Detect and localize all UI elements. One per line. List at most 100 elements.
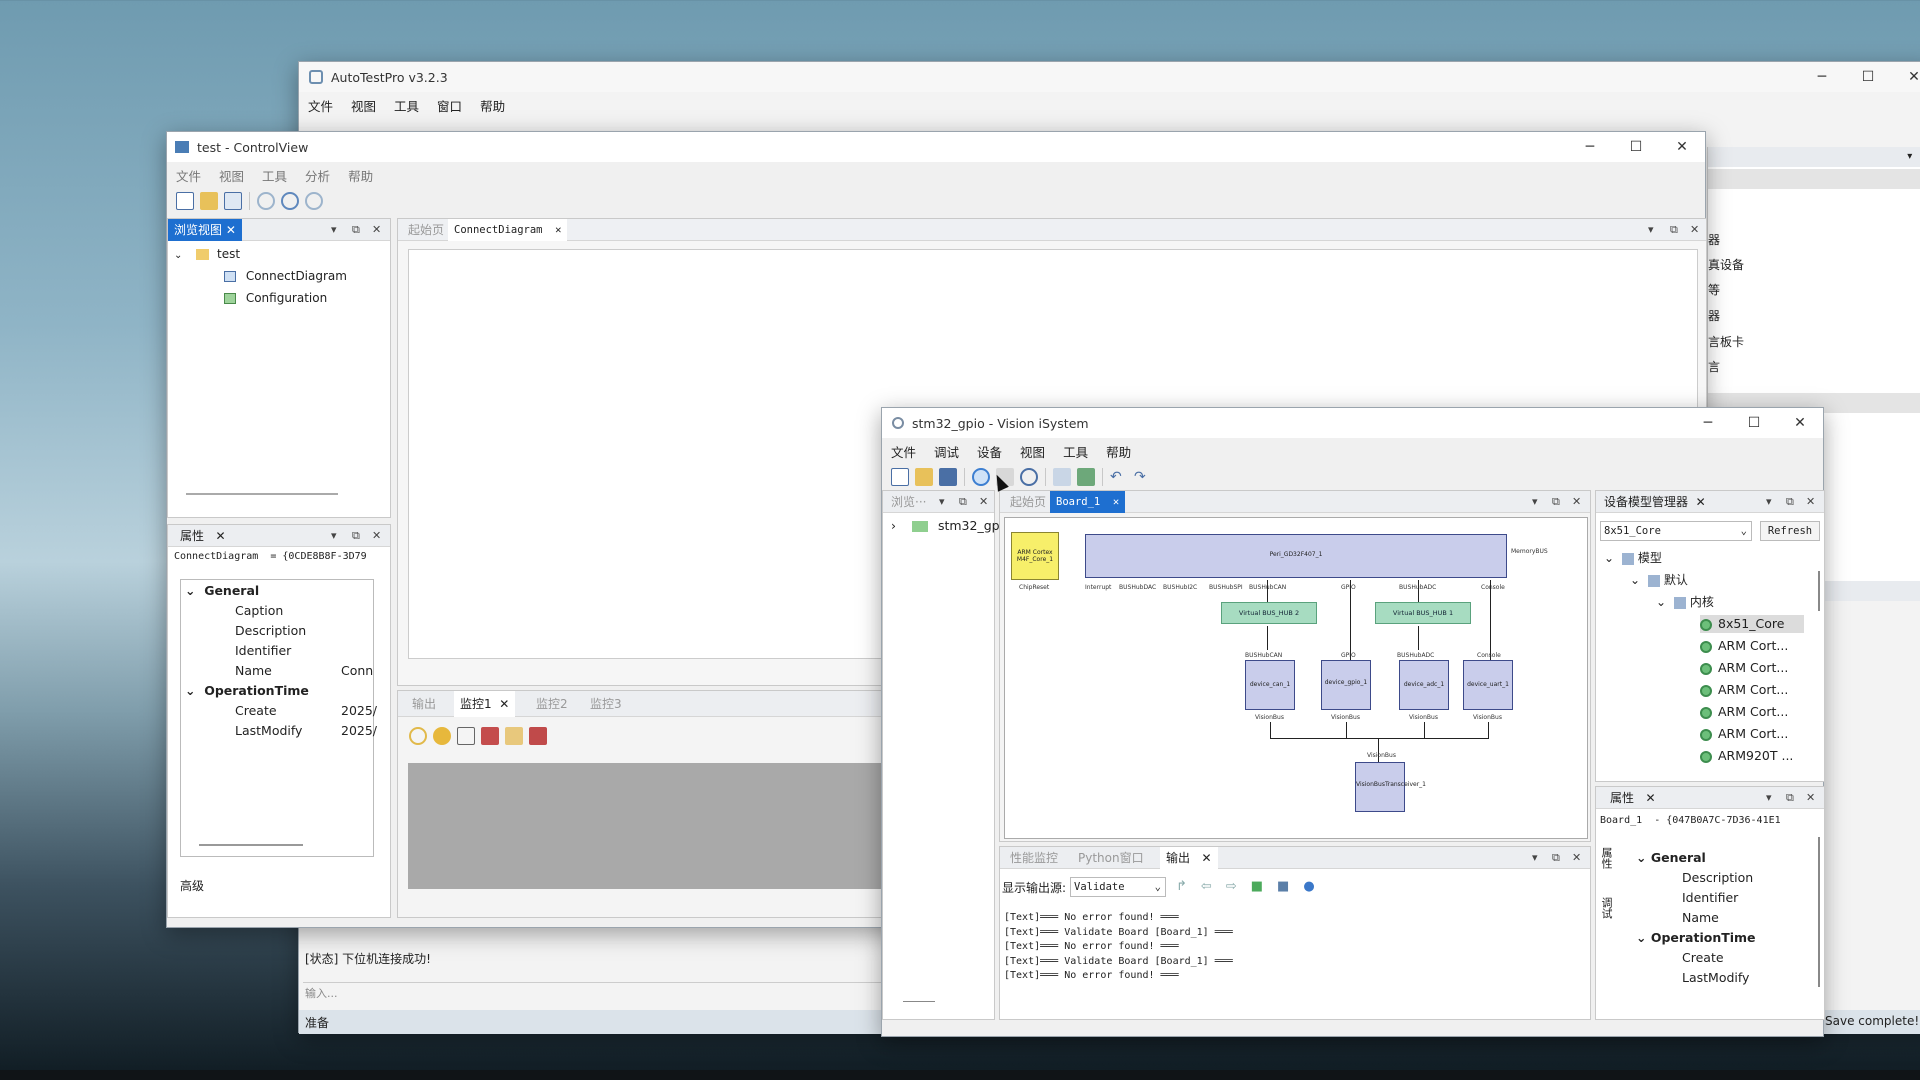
tree-root[interactable]: › stm32_gp [891, 517, 1000, 535]
panel-float-button[interactable]: ⧉ [1786, 491, 1794, 513]
clock-icon[interactable] [409, 727, 427, 745]
panel-float-button[interactable]: ⧉ [1786, 787, 1794, 809]
menu-debug[interactable]: 调试 [934, 442, 959, 461]
tree-model[interactable]: ⌄ 模型 [1604, 549, 1662, 567]
panel-float-button[interactable]: ⧉ [352, 525, 360, 547]
open-folder-icon[interactable] [200, 192, 218, 210]
tab-python-window[interactable]: Python窗口 [1072, 847, 1150, 869]
menu-help[interactable]: 帮助 [480, 96, 505, 115]
panel-menu-button[interactable]: ▾ [1766, 491, 1772, 513]
menu-view[interactable]: 视图 [219, 166, 244, 185]
tab-board1[interactable]: Board_1 ✕ [1050, 491, 1126, 513]
open-folder-icon[interactable] [915, 468, 933, 486]
device-gpio[interactable]: device_gpio_1 [1321, 660, 1371, 710]
chart-icon[interactable] [505, 727, 523, 745]
panel-close-button[interactable]: ✕ [1806, 491, 1815, 513]
group-general[interactable]: ⌄ General [1636, 849, 1706, 867]
run-icon[interactable] [1053, 468, 1071, 486]
tree-default[interactable]: ⌄ 默认 [1630, 571, 1688, 589]
zoom-icon[interactable] [1020, 468, 1038, 486]
menu-tools[interactable]: 工具 [1063, 442, 1088, 461]
core-node[interactable]: ARM Cortex M4F_Core_1 [1011, 532, 1059, 580]
undo-icon[interactable]: ↶ [1110, 468, 1128, 486]
tab-output[interactable]: 输出 ✕ [1160, 847, 1218, 869]
new-icon[interactable] [176, 192, 194, 210]
panel-close-button[interactable]: ✕ [1806, 787, 1815, 809]
menu-view[interactable]: 视图 [351, 96, 376, 115]
close-button[interactable]: ✕ [1659, 132, 1705, 162]
panel-menu-button[interactable]: ▾ [1648, 219, 1654, 241]
panel-float-button[interactable]: ⧉ [1552, 847, 1560, 869]
menu-file[interactable]: 文件 [891, 442, 916, 461]
collapse-icon[interactable]: ⌄ [174, 250, 182, 261]
tab-device-model-manager[interactable]: 设备模型管理器 ✕ [1598, 491, 1712, 513]
expand-icon[interactable]: › [891, 518, 896, 533]
next-icon[interactable]: ⇨ [1226, 879, 1237, 894]
menu-analyze[interactable]: 分析 [305, 166, 330, 185]
tab-connectdiagram[interactable]: ConnectDiagram ✕ [448, 219, 568, 241]
panel-close-button[interactable]: ✕ [372, 525, 381, 547]
property-object-selector[interactable]: Board_1 - {047B0A7C-7D36-41E1 [1600, 815, 1820, 826]
core-item[interactable]: ARM Cort... [1700, 681, 1788, 699]
menu-file[interactable]: 文件 [308, 96, 333, 115]
peri-node[interactable]: Peri_GD32F407_1 [1085, 534, 1507, 578]
core-item[interactable]: ARM Cort... [1700, 637, 1788, 655]
menu-help[interactable]: 帮助 [1106, 442, 1131, 461]
panel-menu-button[interactable]: ▾ [939, 491, 945, 513]
menu-device[interactable]: 设备 [977, 442, 1002, 461]
output-source-select[interactable]: Validate ⌄ [1070, 877, 1166, 897]
right-item[interactable]: 言板卡 [1708, 333, 1744, 350]
property-object-selector[interactable]: ConnectDiagram = {0CDE8B8F-3D79 [174, 551, 386, 567]
panel-float-button[interactable]: ⧉ [1552, 491, 1560, 513]
tab-monitor1[interactable]: 监控1 ✕ [454, 691, 516, 717]
group-operationtime[interactable]: ⌄ OperationTime [185, 682, 309, 700]
panel-menu-button[interactable]: ▾ [1532, 847, 1538, 869]
close-button[interactable]: ✕ [1777, 408, 1823, 438]
tab-browse[interactable]: 浏览··· [885, 491, 932, 513]
tab-monitor2[interactable]: 监控2 [530, 691, 574, 717]
right-item[interactable]: 真设备 [1708, 256, 1744, 273]
clear-icon[interactable]: ■ [1251, 879, 1263, 894]
info-icon[interactable]: ● [1303, 879, 1314, 894]
menu-view[interactable]: 视图 [1020, 442, 1045, 461]
stop-icon[interactable] [481, 727, 499, 745]
menu-tools[interactable]: 工具 [394, 96, 419, 115]
grid-icon[interactable] [457, 727, 475, 745]
refresh-button[interactable]: Refresh [1760, 521, 1820, 541]
property-footer-advanced[interactable]: 高级 [180, 877, 204, 894]
right-item[interactable]: 言 [1708, 358, 1720, 375]
vertical-scrollbar[interactable] [1818, 837, 1820, 987]
wrap-icon[interactable]: ↱ [1176, 879, 1187, 894]
minimize-button[interactable]: ─ [1799, 62, 1845, 92]
device-uart[interactable]: device_uart_1 [1463, 660, 1513, 710]
menu-window[interactable]: 窗口 [437, 96, 462, 115]
maximize-button[interactable]: ☐ [1845, 62, 1891, 92]
right-item[interactable]: 器 [1708, 231, 1720, 248]
panel-float-button[interactable]: ⧉ [352, 219, 360, 241]
panel-close-button[interactable]: ✕ [372, 219, 381, 241]
panel-close-button[interactable]: ✕ [1690, 219, 1699, 241]
sync-icon[interactable] [305, 192, 323, 210]
device-adc[interactable]: device_adc_1 [1399, 660, 1449, 710]
tab-monitor3[interactable]: 监控3 [584, 691, 628, 717]
redo-icon[interactable]: ↷ [1134, 468, 1152, 486]
build-icon[interactable] [1077, 468, 1095, 486]
horizontal-scrollbar[interactable] [186, 493, 338, 495]
group-general[interactable]: ⌄ General [185, 582, 259, 600]
menu-tools[interactable]: 工具 [262, 166, 287, 185]
virtual-bus-hub-1[interactable]: Virtual BUS_HUB 1 [1375, 602, 1471, 624]
panel-float-button[interactable]: ⧉ [1670, 219, 1678, 241]
check-icon[interactable] [529, 727, 547, 745]
core-item[interactable]: ARM Cort... [1700, 725, 1788, 743]
save-icon[interactable] [939, 468, 957, 486]
tab-properties[interactable]: 属性 ✕ [174, 525, 232, 547]
right-item[interactable]: 器 [1708, 307, 1720, 324]
tree-item-configuration[interactable]: Configuration [224, 289, 327, 307]
transceiver-node[interactable]: VisionBusTransceiver_1 [1355, 762, 1426, 812]
core-item[interactable]: ARM Cort... [1700, 659, 1788, 677]
core-item[interactable]: ARM920T ... [1700, 747, 1793, 765]
side-tab-properties[interactable]: 属性 [1600, 847, 1614, 869]
board-canvas[interactable]: ARM Cortex M4F_Core_1 ChipReset Peri_GD3… [1004, 517, 1588, 839]
panel-close-button[interactable]: ✕ [1572, 491, 1581, 513]
group-operationtime[interactable]: ⌄ OperationTime [1636, 929, 1756, 947]
